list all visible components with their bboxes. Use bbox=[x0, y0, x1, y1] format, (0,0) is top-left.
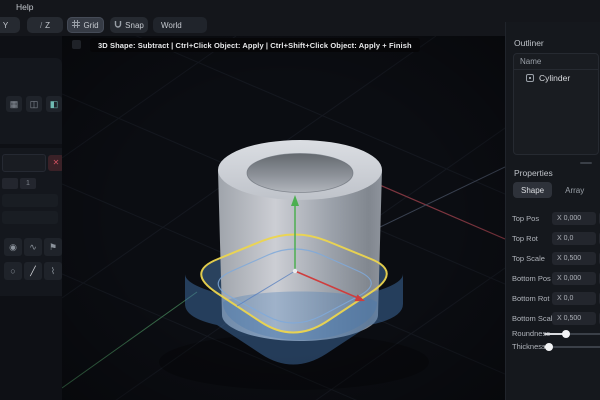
roundness-slider-row: Roundness bbox=[506, 328, 600, 340]
prop-row-bottom-rot: Bottom Rot X 0,0 Y bbox=[506, 292, 600, 306]
grid-toggle-button[interactable]: Grid bbox=[67, 17, 104, 33]
right-panel: Outliner Name Cylinder Properties Shape … bbox=[505, 22, 600, 400]
prop-label: Bottom Pos bbox=[512, 274, 551, 283]
hint-bar: 3D Shape: Subtract | Ctrl+Click Object: … bbox=[90, 38, 420, 52]
sidebar-field-2[interactable] bbox=[2, 211, 58, 224]
tab-shape[interactable]: Shape bbox=[513, 182, 552, 198]
outliner-item-cylinder[interactable]: Cylinder bbox=[514, 70, 598, 86]
circle-tool-icon[interactable]: ○ bbox=[4, 262, 22, 280]
viewport-vignette bbox=[62, 36, 505, 400]
wave-tool-icon[interactable]: ∿ bbox=[24, 238, 42, 256]
prop-label: Top Scale bbox=[512, 254, 545, 263]
viewport-3d[interactable]: 3D Shape: Subtract | Ctrl+Click Object: … bbox=[62, 36, 505, 400]
flag-tool-icon[interactable]: ⚑ bbox=[44, 238, 62, 256]
thickness-slider[interactable] bbox=[544, 346, 600, 348]
scene-canvas bbox=[62, 36, 505, 400]
top-scale-x-field[interactable]: X 0,500 bbox=[552, 252, 596, 265]
menu-help[interactable]: Help bbox=[16, 2, 33, 12]
prop-row-top-rot: Top Rot X 0,0 Y bbox=[506, 232, 600, 246]
panel-resize-handle[interactable] bbox=[580, 162, 592, 164]
axis-z-slash-icon: / bbox=[40, 21, 42, 30]
axis-z-label: Z bbox=[45, 21, 50, 30]
tab-array[interactable]: Array bbox=[557, 182, 592, 198]
layout-grid-icon[interactable]: ▦ bbox=[6, 96, 22, 112]
roundness-handle[interactable] bbox=[562, 330, 570, 338]
sidebar-field-1[interactable] bbox=[2, 194, 58, 207]
object-cube-icon bbox=[526, 74, 534, 82]
viewport-mode-icon bbox=[72, 40, 81, 49]
sphere-tool-icon[interactable]: ◉ bbox=[4, 238, 22, 256]
bottom-scale-x-field[interactable]: X 0,500 bbox=[552, 312, 596, 325]
sidebar-name-field[interactable] bbox=[2, 154, 46, 172]
line-tool-icon[interactable]: ╱ bbox=[24, 262, 42, 280]
prop-row-bottom-pos: Bottom Pos X 0,000 Y bbox=[506, 272, 600, 286]
prop-row-bottom-scale: Bottom Scale X 0,500 Y bbox=[506, 312, 600, 326]
prop-row-top-scale: Top Scale X 0,500 Y bbox=[506, 252, 600, 266]
sidebar-top-panel: ▦ ◫ ◧ bbox=[0, 58, 62, 144]
grid-icon bbox=[72, 20, 80, 30]
app-window: Help | Y / Z Grid Snap World ▦ bbox=[0, 0, 600, 400]
prop-label: Bottom Scale bbox=[512, 314, 557, 323]
left-sidebar: ▦ ◫ ◧ ✕ 1 ◉ ∿ ⚑ ○ ╱ ⌇ bbox=[0, 36, 62, 400]
thickness-label: Thickness bbox=[512, 342, 546, 351]
count-chip[interactable]: 1 bbox=[20, 178, 36, 189]
world-label: World bbox=[161, 21, 182, 30]
prop-row-top-pos: Top Pos X 0,000 Y bbox=[506, 212, 600, 226]
outliner-title: Outliner bbox=[514, 38, 544, 48]
world-orientation-button[interactable]: World bbox=[153, 17, 207, 33]
sidebar-tool-panel: ✕ 1 ◉ ∿ ⚑ ○ ╱ ⌇ bbox=[0, 148, 62, 296]
bottom-rot-x-field[interactable]: X 0,0 bbox=[552, 292, 596, 305]
properties-title: Properties bbox=[514, 168, 553, 178]
snap-toggle-button[interactable]: Snap bbox=[110, 17, 148, 33]
thickness-slider-row: Thickness bbox=[506, 341, 600, 353]
outliner-list: Name Cylinder bbox=[513, 53, 599, 155]
grid-label: Grid bbox=[83, 21, 98, 30]
outliner-name-header[interactable]: Name bbox=[514, 54, 598, 70]
axis-z-button[interactable]: / Z bbox=[27, 17, 63, 33]
roundness-slider[interactable] bbox=[544, 333, 600, 335]
prop-label: Top Pos bbox=[512, 214, 539, 223]
prop-label: Bottom Rot bbox=[512, 294, 550, 303]
thickness-handle[interactable] bbox=[545, 343, 553, 351]
axis-y-label: Y bbox=[3, 21, 8, 30]
option-chip[interactable] bbox=[2, 178, 18, 189]
magnet-icon bbox=[114, 20, 122, 30]
snap-label: Snap bbox=[125, 21, 144, 30]
bottom-pos-x-field[interactable]: X 0,000 bbox=[552, 272, 596, 285]
prop-label: Top Rot bbox=[512, 234, 538, 243]
menu-bar: Help bbox=[0, 0, 600, 14]
properties-tabs: Shape Array bbox=[513, 182, 592, 198]
outliner-item-label: Cylinder bbox=[539, 73, 570, 83]
hint-text: 3D Shape: Subtract | Ctrl+Click Object: … bbox=[98, 41, 412, 50]
toggle-panel-icon[interactable]: ◧ bbox=[46, 96, 62, 112]
axis-y-button[interactable]: | Y bbox=[0, 17, 20, 33]
curve-tool-icon[interactable]: ⌇ bbox=[44, 262, 62, 280]
split-view-icon[interactable]: ◫ bbox=[26, 96, 42, 112]
top-rot-x-field[interactable]: X 0,0 bbox=[552, 232, 596, 245]
top-pos-x-field[interactable]: X 0,000 bbox=[552, 212, 596, 225]
